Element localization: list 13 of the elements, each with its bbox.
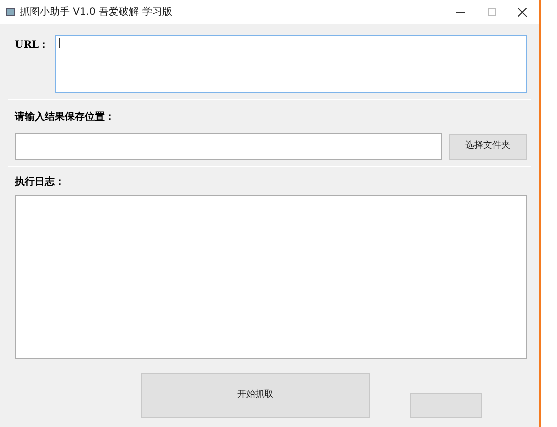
log-label: 执行日志： [15,176,65,190]
window-title: 抓图小助手 V1.0 吾爱破解 学习版 [20,6,172,20]
save-path-field[interactable] [15,133,442,160]
url-field[interactable] [55,35,527,93]
choose-folder-button[interactable]: 选择文件夹 [449,134,527,160]
start-button[interactable]: 开始抓取 [141,373,370,418]
close-icon[interactable] [518,8,527,16]
url-label: URL： [15,39,50,53]
maximize-button[interactable] [488,8,496,16]
text-cursor [59,38,60,48]
app-icon [6,8,15,16]
save-location-label: 请输入结果保存位置： [15,110,115,125]
secondary-button[interactable] [410,393,482,418]
